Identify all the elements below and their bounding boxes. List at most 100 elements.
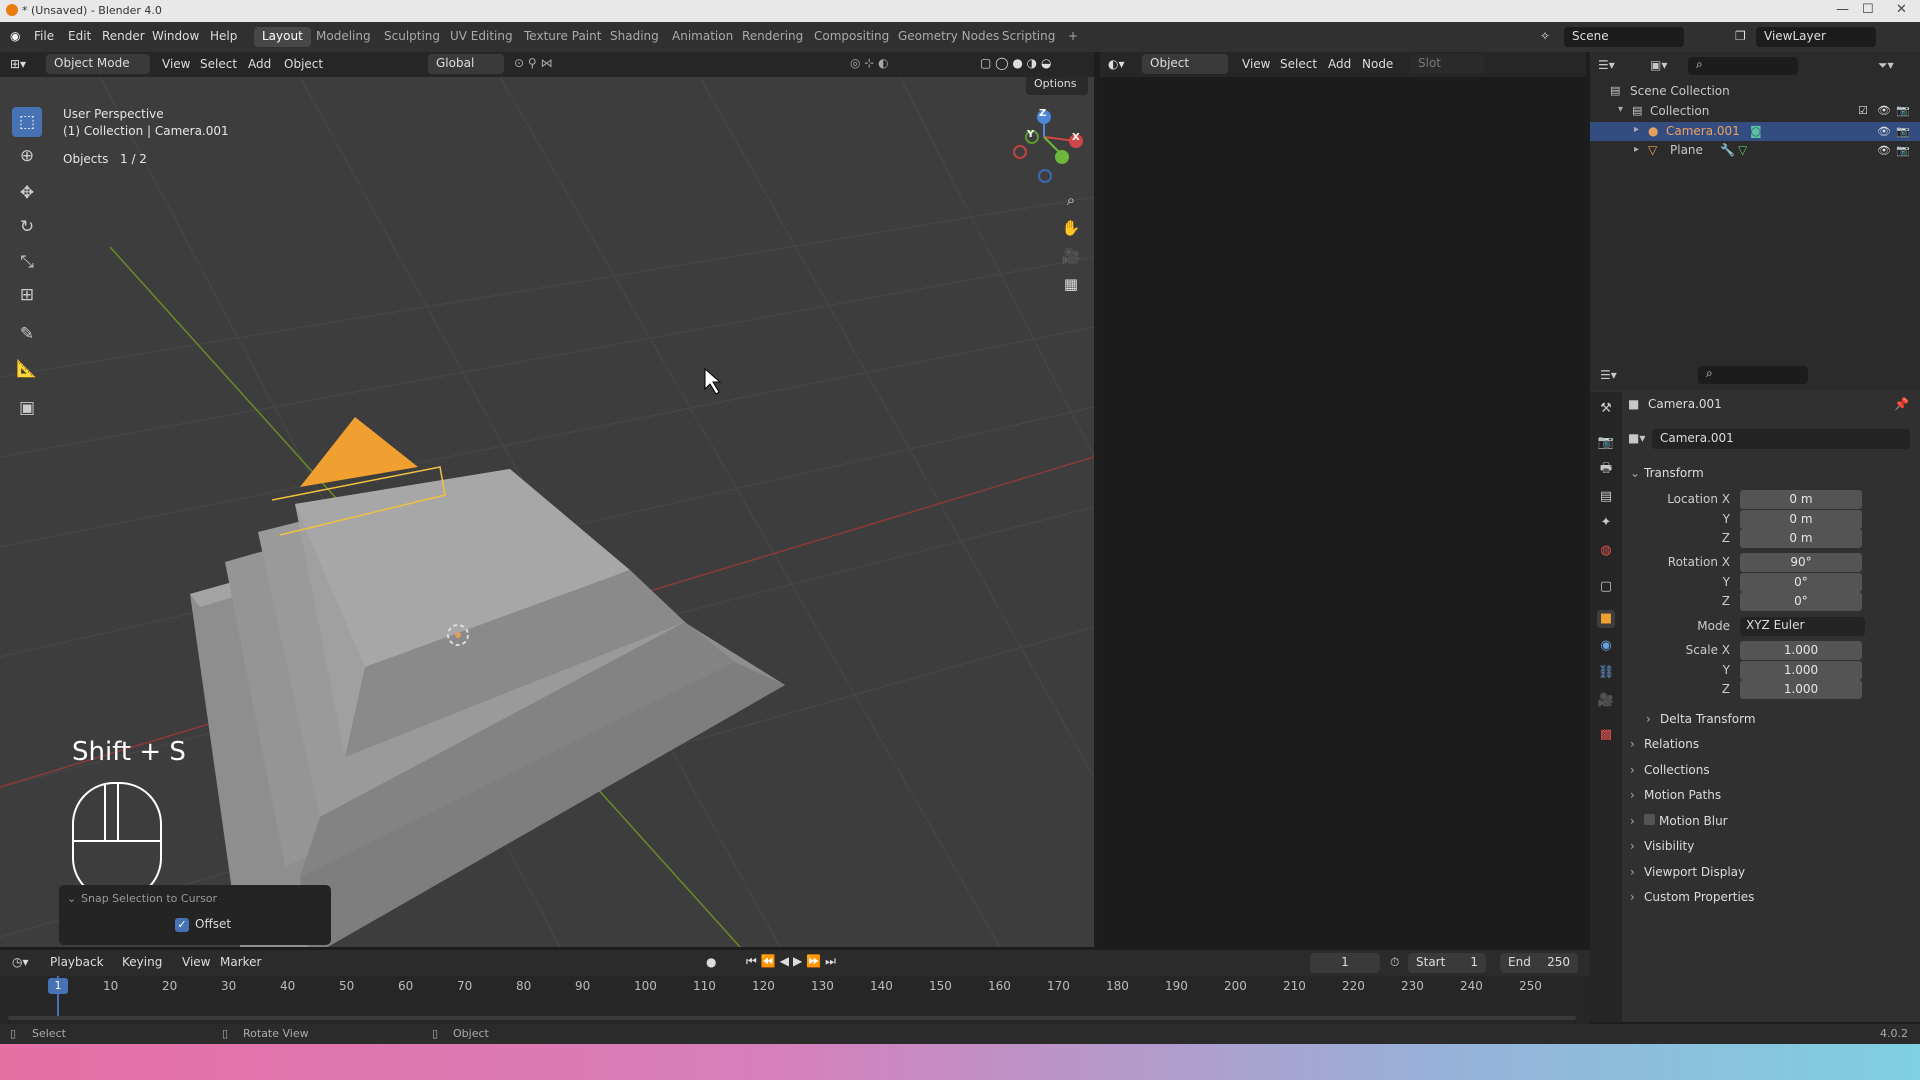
tool-tab-icon[interactable]: ⚒ (1597, 400, 1615, 418)
viewport-display-section[interactable]: › Viewport Display (1630, 865, 1910, 889)
world-tab-icon[interactable]: ◍ (1597, 542, 1615, 560)
motion-paths-section[interactable]: › Motion Paths (1630, 788, 1910, 812)
menu-file[interactable]: File (34, 29, 54, 43)
3d-viewport[interactable]: Z X Y ⬚ ⊕ ✥ ↻ ⤡ ⊞ ✎ 📐 ▣ User Perspective… (0, 77, 1094, 947)
node-editor-type-icon[interactable]: ◐▾ (1108, 57, 1125, 71)
collection-render-icon[interactable]: 📷 (1896, 104, 1910, 117)
shading-modes-icon[interactable]: ▢ ◯ ● ◑ ◒ (980, 56, 1051, 70)
delta-transform-section[interactable]: › Delta Transform (1646, 712, 1920, 736)
start-frame-field[interactable]: Start 1 (1408, 953, 1486, 973)
auto-keying-icon[interactable]: ● (706, 955, 716, 969)
visibility-icon[interactable]: ◎ ⊹ ◐ (850, 56, 889, 70)
object-name-field[interactable]: Camera.001 (1652, 429, 1910, 449)
view-layer-selector[interactable]: ViewLayer (1756, 27, 1876, 47)
properties-editor-icon[interactable]: ☰▾ (1600, 368, 1617, 382)
playhead-frame-badge[interactable]: 1 (48, 978, 68, 994)
menu-render[interactable]: Render (102, 29, 145, 43)
pan-hand-icon[interactable]: ✋ (1058, 215, 1084, 241)
stopwatch-icon[interactable]: ⏱ (1390, 955, 1399, 970)
playback-menu[interactable]: Playback (50, 955, 104, 969)
orientation-selector[interactable]: Global (428, 54, 504, 74)
navigation-gizmo[interactable] (1013, 110, 1083, 183)
options-button[interactable]: Options (1026, 77, 1088, 95)
move-tool[interactable]: ✥ (12, 178, 42, 208)
pin-icon[interactable]: 📌 (1894, 397, 1909, 411)
node-menu-select[interactable]: Select (1280, 57, 1317, 71)
tab-scripting[interactable]: Scripting (994, 27, 1063, 47)
viewport-menu-object[interactable]: Object (284, 57, 323, 71)
location-y-field[interactable]: 0 m (1740, 510, 1862, 529)
last-operator-panel[interactable]: ⌄ Snap Selection to Cursor ✓ Offset (59, 885, 331, 945)
maximize-icon[interactable]: ☐ (1862, 2, 1874, 17)
menu-help[interactable]: Help (210, 29, 237, 43)
tab-texture-paint[interactable]: Texture Paint (516, 27, 609, 47)
menu-edit[interactable]: Edit (68, 29, 91, 43)
tab-sculpting[interactable]: Sculpting (376, 27, 448, 47)
rotation-mode-select[interactable]: XYZ Euler (1740, 617, 1865, 636)
rotation-y-field[interactable]: 0° (1740, 573, 1862, 592)
camera-view-icon[interactable]: 🎥 (1058, 243, 1084, 269)
constraints-tab-icon[interactable]: ⛓ (1597, 664, 1615, 682)
object-data-selector-icon[interactable]: ■▾ (1628, 431, 1645, 445)
outliner-item-camera[interactable]: ▸ ● Camera.001 ◙ 👁 📷 (1590, 122, 1920, 141)
tab-rendering[interactable]: Rendering (734, 27, 811, 47)
pivot-icon[interactable]: ⊙ ⚲ ⋈ (514, 56, 552, 70)
ortho-grid-icon[interactable]: ▦ (1058, 271, 1084, 297)
object-tab-icon[interactable]: ■ (1597, 610, 1615, 628)
viewport-menu-select[interactable]: Select (200, 57, 237, 71)
timeline-view-menu[interactable]: View (182, 955, 210, 969)
location-z-field[interactable]: 0 m (1740, 529, 1862, 548)
timeline-scrollbar[interactable] (8, 1016, 1576, 1020)
motion-blur-checkbox[interactable] (1644, 814, 1655, 825)
menu-window[interactable]: Window (152, 29, 199, 43)
panel-chevron-icon[interactable]: ⌄ (67, 892, 76, 905)
node-menu-view[interactable]: View (1242, 57, 1270, 71)
blender-menu-icon[interactable]: ◉ (10, 29, 20, 43)
close-icon[interactable]: ✕ (1896, 2, 1907, 17)
node-menu-add[interactable]: Add (1328, 57, 1351, 71)
outliner-search-input[interactable]: ⌕ (1688, 57, 1798, 75)
tab-modeling[interactable]: Modeling (308, 27, 379, 47)
tab-geometry-nodes[interactable]: Geometry Nodes (890, 27, 1007, 47)
collections-section[interactable]: › Collections (1630, 763, 1910, 787)
camera-data-tab-icon[interactable]: 🎥 (1597, 692, 1615, 710)
select-box-tool[interactable]: ⬚ (12, 107, 42, 137)
viewport-menu-view[interactable]: View (162, 57, 190, 71)
mode-selector[interactable]: Object Mode (46, 54, 150, 74)
minimize-icon[interactable]: — (1836, 2, 1849, 17)
camera-expand-icon[interactable]: ▸ (1634, 124, 1639, 135)
outliner[interactable]: ☰▾ ▣▾ ⌕ ⏷▾ ▤ Scene Collection ▾ ▤ Collec… (1590, 52, 1920, 362)
tab-compositing[interactable]: Compositing (806, 27, 897, 47)
cursor-tool[interactable]: ⊕ (12, 141, 42, 171)
timeline-editor-icon[interactable]: ◷▾ (12, 955, 29, 969)
current-frame-field[interactable]: 1 (1310, 953, 1380, 973)
viewport-menu-add[interactable]: Add (248, 57, 271, 71)
plane-render-icon[interactable]: 📷 (1896, 144, 1910, 157)
collection-checkbox[interactable]: ☑ (1858, 104, 1868, 117)
slot-selector[interactable]: Slot (1410, 54, 1484, 74)
tab-uv-editing[interactable]: UV Editing (442, 27, 521, 47)
editor-type-icon[interactable]: ⊞▾ (10, 57, 26, 71)
plane-item-label[interactable]: Plane (1670, 143, 1703, 157)
rotation-z-field[interactable]: 0° (1740, 592, 1862, 611)
plane-visibility-icon[interactable]: 👁 (1877, 144, 1891, 157)
camera-render-icon[interactable]: 📷 (1896, 125, 1910, 138)
scene-selector[interactable]: Scene (1564, 27, 1684, 47)
texture-tab-icon[interactable]: ▩ (1597, 726, 1615, 744)
tab-shading[interactable]: Shading (602, 27, 667, 47)
physics-tab-icon[interactable]: ◉ (1597, 637, 1615, 655)
zoom-icon[interactable]: ⌕ (1058, 187, 1084, 213)
measure-tool[interactable]: 📐 (12, 354, 42, 384)
modifier-wrench-icon[interactable]: 🔧 (1720, 143, 1735, 157)
display-mode-icon[interactable]: ▣▾ (1650, 58, 1667, 72)
properties-search-input[interactable]: ⌕ (1698, 366, 1808, 384)
end-frame-field[interactable]: End 250 (1500, 953, 1578, 973)
scale-tool[interactable]: ⤡ (12, 247, 42, 277)
collection-tab-icon[interactable]: ▢ (1597, 578, 1615, 596)
node-mode-selector[interactable]: Object (1142, 54, 1228, 74)
camera-visibility-icon[interactable]: 👁 (1877, 125, 1891, 138)
collection-visibility-icon[interactable]: 👁 (1877, 104, 1891, 117)
camera-data-icon[interactable]: ◙ (1750, 124, 1762, 138)
scene-tab-icon[interactable]: ✦ (1597, 514, 1615, 532)
custom-properties-section[interactable]: › Custom Properties (1630, 890, 1910, 914)
